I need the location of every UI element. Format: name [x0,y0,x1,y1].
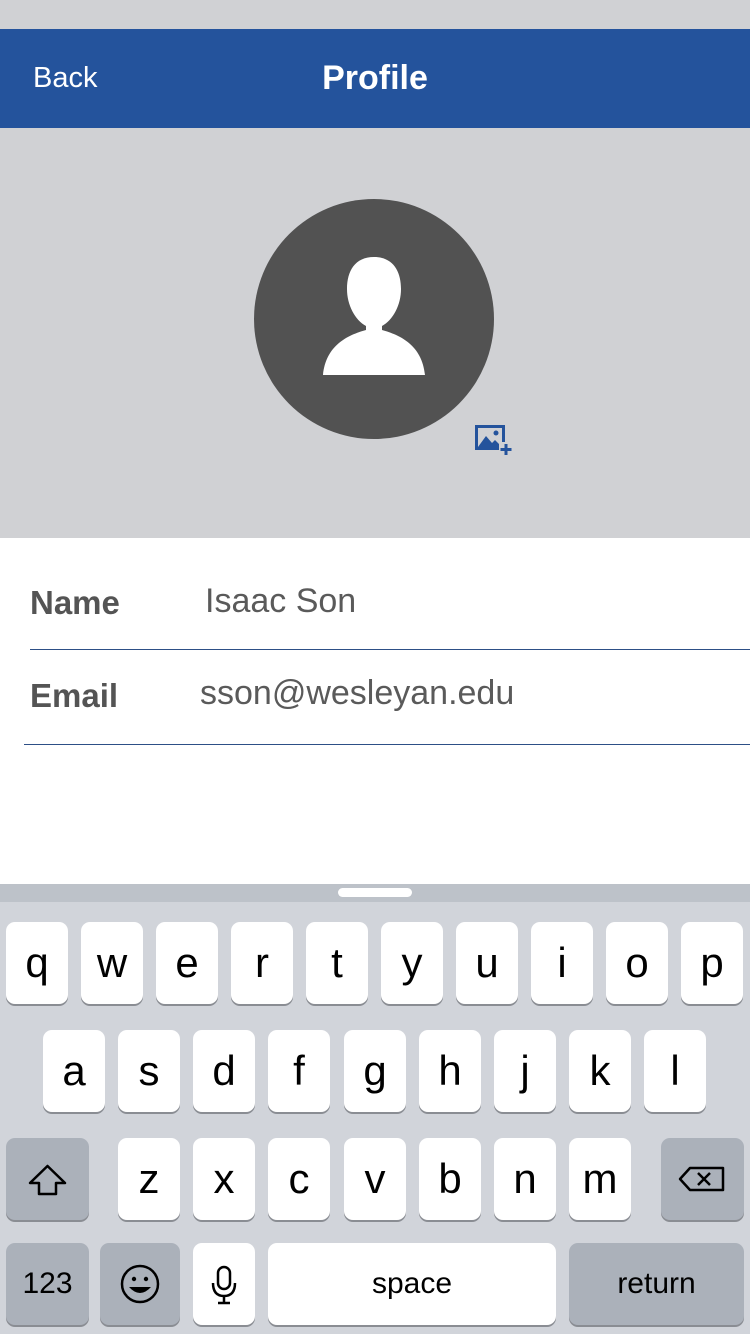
navigation-bar: Back Profile [0,29,750,128]
key-s[interactable]: s [118,1030,180,1112]
key-x[interactable]: x [193,1138,255,1220]
email-label: Email [30,677,119,714]
avatar-section [0,128,750,538]
profile-avatar[interactable] [254,199,494,439]
key-r[interactable]: r [231,922,293,1004]
return-key[interactable]: return [569,1243,744,1325]
shift-icon [28,1164,67,1196]
key-a[interactable]: a [43,1030,105,1112]
name-input[interactable] [205,582,725,621]
keyboard-handle[interactable] [338,888,412,897]
profile-form: Name Email [0,538,750,884]
microphone-key[interactable] [193,1243,255,1325]
microphone-icon [211,1265,237,1305]
emoji-key[interactable] [100,1243,180,1325]
key-p[interactable]: p [681,922,743,1004]
key-e[interactable]: e [156,922,218,1004]
key-u[interactable]: u [456,922,518,1004]
key-y[interactable]: y [381,922,443,1004]
key-b[interactable]: b [419,1138,481,1220]
emoji-icon [120,1264,160,1304]
keyboard: q w e r t y u i o p a s d f g h j k l z … [0,884,750,1334]
space-key[interactable]: space [268,1243,556,1325]
key-d[interactable]: d [193,1030,255,1112]
delete-key[interactable] [661,1138,744,1220]
name-label: Name [30,584,120,621]
key-l[interactable]: l [644,1030,706,1112]
numbers-key[interactable]: 123 [6,1243,89,1325]
delete-icon [678,1166,725,1192]
back-button[interactable]: Back [33,29,97,128]
email-divider [24,744,750,745]
key-g[interactable]: g [344,1030,406,1112]
key-i[interactable]: i [531,922,593,1004]
key-f[interactable]: f [268,1030,330,1112]
person-placeholder-icon [323,257,425,375]
key-o[interactable]: o [606,922,668,1004]
status-bar [0,0,750,29]
key-m[interactable]: m [569,1138,631,1220]
key-k[interactable]: k [569,1030,631,1112]
key-t[interactable]: t [306,922,368,1004]
page-title: Profile [322,59,428,97]
email-input[interactable] [200,674,725,713]
key-z[interactable]: z [118,1138,180,1220]
shift-key[interactable] [6,1138,89,1220]
add-photo-icon[interactable] [473,423,515,457]
key-q[interactable]: q [6,922,68,1004]
key-c[interactable]: c [268,1138,330,1220]
key-w[interactable]: w [81,922,143,1004]
key-h[interactable]: h [419,1030,481,1112]
key-j[interactable]: j [494,1030,556,1112]
key-n[interactable]: n [494,1138,556,1220]
name-divider [30,649,750,650]
key-v[interactable]: v [344,1138,406,1220]
